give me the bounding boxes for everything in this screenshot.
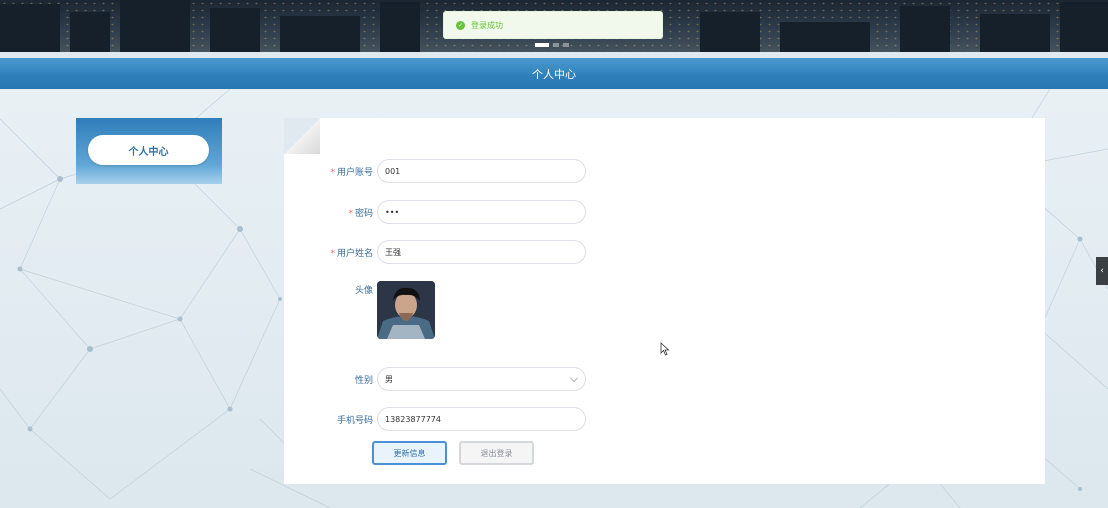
name-label: * 用户姓名 [330, 248, 373, 259]
logout-button[interactable]: 退出登录 [459, 441, 534, 465]
form-row-password: * 密码 [284, 200, 377, 224]
form-row-account: * 用户账号 [284, 159, 377, 183]
page-title-bar: 个人中心 [0, 58, 1108, 89]
toast-message: 登录成功 [471, 20, 503, 30]
page-title: 个人中心 [532, 67, 576, 81]
mouse-cursor-icon [660, 342, 670, 356]
sidebar-item-label: 个人中心 [128, 146, 169, 158]
form-row-phone: 手机号码 [284, 407, 377, 431]
side-panel-toggle[interactable]: ‹ [1096, 257, 1108, 285]
page-curl-decoration [284, 118, 320, 154]
carousel-dot[interactable] [563, 43, 569, 47]
carousel-dot[interactable] [553, 43, 559, 47]
avatar-label: 头像 [354, 285, 373, 296]
update-info-button[interactable]: 更新信息 [372, 441, 447, 465]
form-row-name: * 用户姓名 [284, 240, 377, 264]
required-mark: * [330, 167, 335, 178]
phone-label: 手机号码 [336, 415, 373, 426]
sidebar: 个人中心 [76, 118, 222, 184]
chevron-left-icon: ‹ [1100, 266, 1104, 276]
profile-form-panel: * 用户账号 001 * 密码 ••• * 用户姓名 王强 头像 性别 男 手机号码 [284, 118, 1045, 484]
gender-select[interactable]: 男 [377, 367, 586, 391]
password-input[interactable]: ••• [377, 200, 586, 224]
account-input[interactable]: 001 [377, 159, 586, 183]
required-mark: * [330, 248, 335, 259]
avatar[interactable] [377, 281, 435, 339]
carousel-indicator[interactable] [535, 43, 569, 47]
avatar-photo [377, 281, 435, 339]
sidebar-item-personal-center[interactable]: 个人中心 [88, 135, 209, 165]
carousel-dot[interactable] [535, 43, 549, 47]
name-input[interactable]: 王强 [377, 240, 586, 264]
password-label: * 密码 [348, 208, 373, 219]
form-row-avatar: 头像 [284, 281, 377, 297]
required-mark: * [348, 208, 353, 219]
check-circle-icon: ✓ [456, 20, 465, 30]
success-toast: ✓ 登录成功 [443, 11, 663, 39]
chevron-down-icon [569, 373, 579, 383]
account-label: * 用户账号 [330, 167, 373, 178]
form-row-gender: 性别 [284, 367, 377, 391]
gender-label: 性别 [354, 375, 373, 386]
phone-input[interactable]: 13823877774 [377, 407, 586, 431]
